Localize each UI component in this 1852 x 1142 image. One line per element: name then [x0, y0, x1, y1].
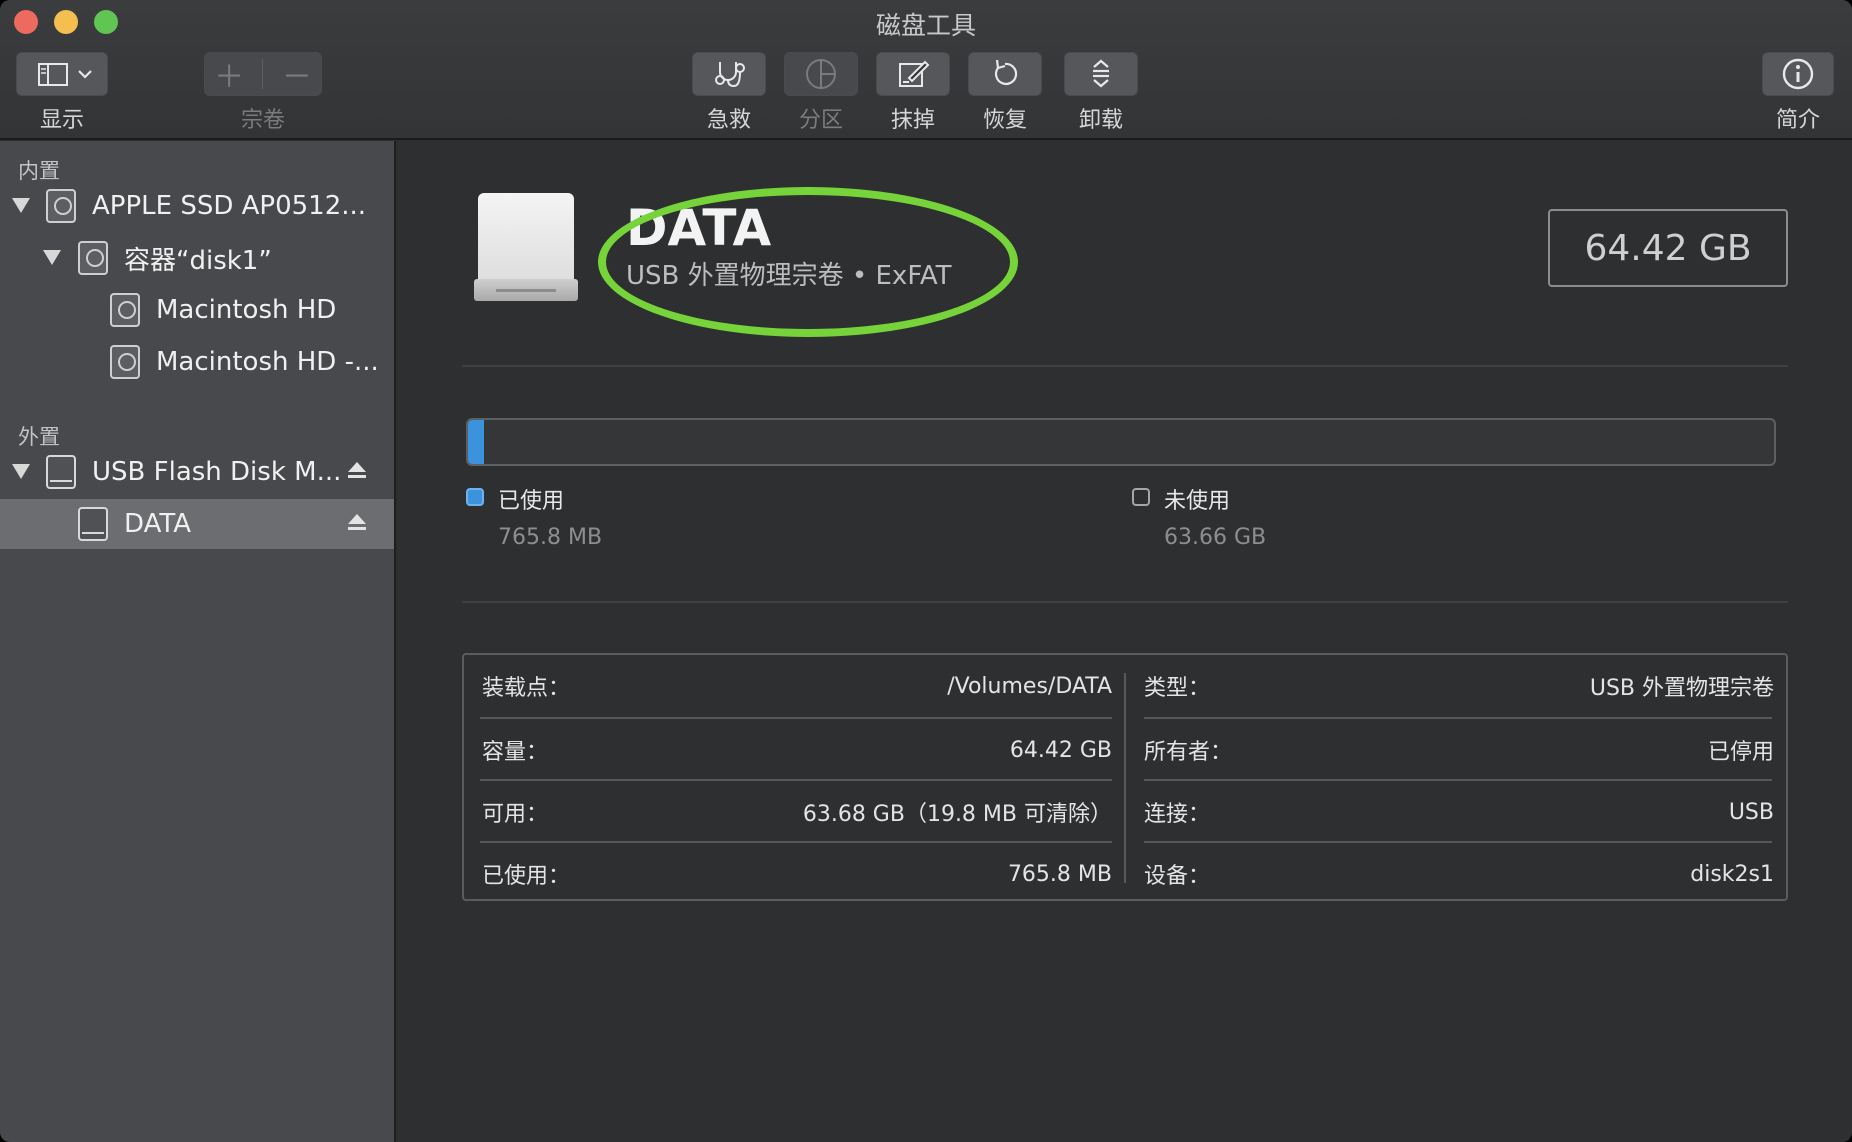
- used-legend-swatch: [466, 488, 484, 506]
- info-value: 765.8 MB: [1007, 861, 1112, 887]
- disclosure-triangle-icon[interactable]: [43, 250, 61, 265]
- sidebar-toggle-icon: [38, 63, 92, 86]
- volume-info-table: 装载点： /Volumes/DATA 容量： 64.42 GB 可用： 63.6…: [462, 653, 1788, 901]
- info-row-device: 设备： disk2s1: [1126, 843, 1774, 905]
- info-icon: [1782, 58, 1814, 90]
- view-label: 显示: [39, 108, 84, 133]
- volume-label: 宗卷: [240, 108, 285, 133]
- usage-bar-used-fill: [468, 420, 484, 464]
- view-button[interactable]: [16, 52, 108, 96]
- info-button[interactable]: [1762, 52, 1834, 96]
- volume-add-remove-button[interactable]: ＋ －: [204, 52, 322, 96]
- partition-button[interactable]: [784, 52, 858, 96]
- info-row-mount-point: 装载点： /Volumes/DATA: [464, 655, 1112, 717]
- used-legend-value: 765.8 MB: [498, 525, 603, 550]
- main-panel: DATA USB 外置物理宗卷 • ExFAT 64.42 GB 已使用 765…: [398, 141, 1852, 1142]
- restore-arrow-icon: [995, 59, 1018, 85]
- external-drive-icon: [46, 455, 76, 489]
- sidebar-item-label: DATA: [124, 509, 191, 539]
- first-aid-button[interactable]: [692, 52, 766, 96]
- sidebar-item-apple-ssd[interactable]: APPLE SSD AP0512...: [0, 181, 394, 231]
- sidebar-item-label: Macintosh HD -...: [156, 347, 379, 377]
- info-key: 所有者：: [1144, 740, 1233, 765]
- info-value: 已停用: [1707, 740, 1774, 765]
- divider: [462, 601, 1788, 603]
- container-icon: [78, 241, 108, 275]
- info-row-capacity: 容量： 64.42 GB: [464, 719, 1112, 781]
- info-key: 类型：: [1144, 676, 1211, 701]
- disclosure-triangle-icon[interactable]: [12, 464, 30, 479]
- unmount-icon: [1093, 59, 1109, 88]
- info-value: disk2s1: [1690, 861, 1774, 887]
- divider: [262, 59, 264, 89]
- eject-icon[interactable]: [348, 514, 366, 534]
- info-key: 已使用：: [482, 864, 571, 889]
- info-label: 简介: [1775, 108, 1820, 133]
- sidebar-item-label: USB Flash Disk M...: [92, 457, 342, 487]
- pencil-erase-icon: [899, 60, 930, 87]
- internal-drive-icon: [46, 189, 76, 223]
- titlebar: 磁盘工具 显示 ＋ － 宗卷 急救 分区 抹掉 恢复 卸载 简介: [0, 0, 1852, 140]
- info-key: 可用：: [482, 802, 549, 827]
- info-key: 装载点：: [482, 676, 571, 701]
- sidebar-item-container[interactable]: 容器“disk1”: [0, 233, 394, 283]
- unmount-label: 卸载: [1078, 108, 1123, 133]
- sidebar-item-usb-flash-disk[interactable]: USB Flash Disk M...: [0, 447, 394, 497]
- usage-bar: [466, 418, 1776, 466]
- eject-icon[interactable]: [348, 462, 366, 482]
- sidebar-item-macintosh-hd[interactable]: Macintosh HD: [0, 285, 394, 335]
- volume-icon: [110, 345, 140, 379]
- free-legend-label: 未使用: [1164, 489, 1231, 514]
- info-row-owners: 所有者： 已停用: [1126, 719, 1774, 781]
- info-value: /Volumes/DATA: [947, 673, 1112, 699]
- sidebar-item-label: 容器“disk1”: [124, 245, 272, 276]
- sidebar-item-macintosh-hd-data[interactable]: Macintosh HD -...: [0, 337, 394, 387]
- restore-button[interactable]: [968, 52, 1042, 96]
- volume-icon: [110, 293, 140, 327]
- info-row-used: 已使用： 765.8 MB: [464, 843, 1112, 905]
- info-key: 连接：: [1144, 802, 1211, 827]
- sidebar: 内置 APPLE SSD AP0512... 容器“disk1” Macinto…: [0, 141, 396, 1142]
- pie-partition-icon: [806, 59, 836, 89]
- disclosure-triangle-icon[interactable]: [12, 198, 30, 213]
- info-key: 设备：: [1144, 864, 1211, 889]
- free-legend-value: 63.66 GB: [1164, 525, 1267, 550]
- used-legend-label: 已使用: [498, 489, 565, 514]
- disk-utility-window: 磁盘工具 显示 ＋ － 宗卷 急救 分区 抹掉 恢复 卸载 简介 内置 APPL…: [0, 0, 1852, 1142]
- external-volume-icon: [78, 507, 108, 541]
- first-aid-label: 急救: [706, 108, 751, 133]
- info-value: 64.42 GB: [1009, 737, 1112, 763]
- free-legend-swatch: [1132, 488, 1150, 506]
- info-value: 63.68 GB（19.8 MB 可清除）: [802, 802, 1112, 827]
- info-row-connection: 连接： USB: [1126, 781, 1774, 843]
- sidebar-item-label: APPLE SSD AP0512...: [92, 191, 367, 221]
- plus-icon: ＋: [214, 60, 245, 95]
- divider: [462, 365, 1788, 367]
- info-row-type: 类型： USB 外置物理宗卷: [1126, 655, 1774, 717]
- erase-button[interactable]: [876, 52, 950, 96]
- capacity-box: 64.42 GB: [1548, 209, 1788, 287]
- external-drive-large-icon: [474, 193, 578, 309]
- highlight-annotation-circle: [598, 187, 1018, 337]
- stethoscope-icon: [715, 62, 745, 88]
- partition-label: 分区: [798, 108, 843, 133]
- sidebar-item-label: Macintosh HD: [156, 295, 337, 325]
- info-value: USB 外置物理宗卷: [1589, 676, 1774, 701]
- unmount-button[interactable]: [1064, 52, 1138, 96]
- sidebar-item-data[interactable]: DATA: [0, 499, 394, 549]
- info-key: 容量：: [482, 740, 549, 765]
- erase-label: 抹掉: [890, 108, 935, 133]
- restore-label: 恢复: [982, 108, 1027, 133]
- window-title: 磁盘工具: [875, 11, 976, 40]
- minus-icon: －: [281, 60, 312, 95]
- info-row-available: 可用： 63.68 GB（19.8 MB 可清除）: [464, 781, 1112, 843]
- info-value: USB: [1728, 799, 1774, 825]
